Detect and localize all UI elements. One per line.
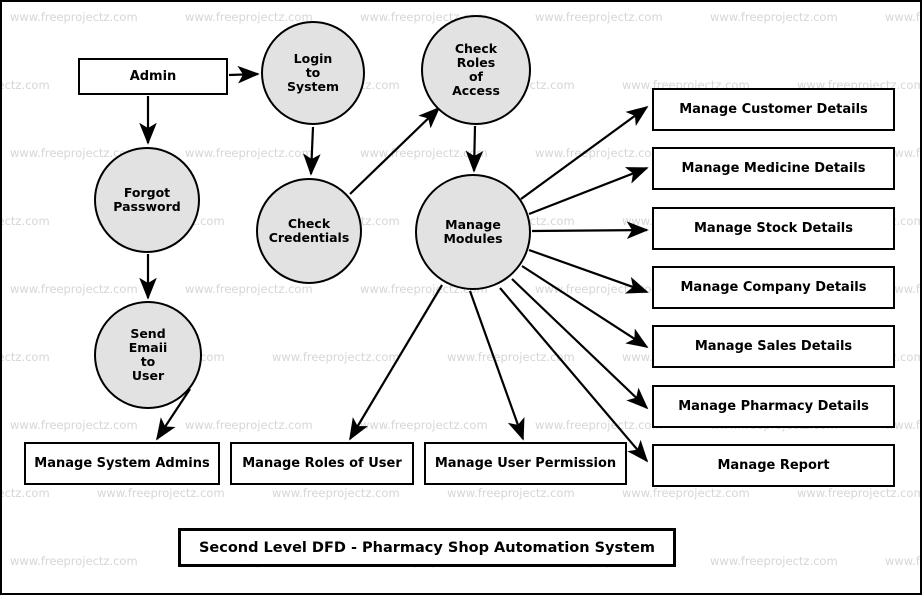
entity-manage-user-permission[interactable]: Manage User Permission (424, 442, 627, 485)
diagram-caption: Second Level DFD - Pharmacy Shop Automat… (178, 528, 676, 567)
entity-admin-label: Admin (129, 69, 177, 84)
flow-modules-to-company-details (528, 248, 649, 294)
entity-manage-system-admins-label: Manage System Admins (34, 456, 210, 471)
process-check-credentials-label: Check Credentials (268, 216, 350, 245)
entity-manage-sales-details-label: Manage Sales Details (694, 339, 853, 354)
entity-manage-customer-details-label: Manage Customer Details (679, 102, 868, 117)
process-login-to-system[interactable]: Login to System (261, 21, 365, 125)
process-forgot-password[interactable]: Forgot Password (94, 147, 200, 253)
entity-manage-stock-details-label: Manage Stock Details (693, 221, 853, 236)
entity-manage-pharmacy-details-label: Manage Pharmacy Details (678, 399, 869, 414)
entity-manage-roles-of-user[interactable]: Manage Roles of User (230, 442, 414, 485)
flow-check-credentials-to-check-roles (349, 106, 441, 195)
process-send-email-to-user[interactable]: Send Emaii to User (94, 301, 202, 409)
entity-manage-report[interactable]: Manage Report (652, 444, 895, 487)
entity-manage-system-admins[interactable]: Manage System Admins (24, 442, 220, 485)
process-send-email-to-user-label: Send Emaii to User (128, 326, 168, 383)
entity-manage-stock-details[interactable]: Manage Stock Details (652, 207, 895, 250)
entity-manage-roles-of-user-label: Manage Roles of User (242, 456, 402, 471)
flow-modules-to-user-permission (468, 290, 525, 441)
flow-check-roles-to-manage-modules (465, 125, 484, 173)
process-check-roles-of-access[interactable]: Check Roles of Access (421, 15, 531, 125)
entity-manage-pharmacy-details[interactable]: Manage Pharmacy Details (652, 385, 895, 428)
flow-modules-to-pharmacy-details (511, 278, 649, 410)
diagram-caption-label: Second Level DFD - Pharmacy Shop Automat… (198, 539, 656, 556)
process-check-roles-of-access-label: Check Roles of Access (452, 41, 500, 98)
entity-manage-company-details-label: Manage Company Details (680, 280, 867, 295)
flow-modules-to-customer-details (520, 105, 649, 200)
dfd-diagram-canvas: www.freeprojectz.com www.freeprojectz.com… (0, 0, 922, 595)
entity-admin[interactable]: Admin (78, 58, 228, 95)
flow-modules-to-roles-of-user (349, 284, 443, 441)
entity-manage-customer-details[interactable]: Manage Customer Details (652, 88, 895, 131)
entity-manage-sales-details[interactable]: Manage Sales Details (652, 325, 895, 368)
entity-manage-user-permission-label: Manage User Permission (434, 456, 617, 471)
flow-admin-to-login (228, 65, 260, 84)
entity-manage-report-label: Manage Report (717, 458, 830, 473)
process-forgot-password-label: Forgot Password (113, 185, 181, 214)
process-login-to-system-label: Login to System (286, 51, 340, 94)
process-manage-modules[interactable]: Manage Modules (415, 174, 531, 290)
process-manage-modules-label: Manage Modules (443, 217, 503, 246)
flow-login-to-check-credentials (303, 126, 321, 176)
flow-modules-to-medicine-details (528, 166, 649, 216)
flow-modules-to-stock-details (531, 221, 649, 239)
entity-manage-company-details[interactable]: Manage Company Details (652, 266, 895, 309)
entity-manage-medicine-details-label: Manage Medicine Details (681, 161, 866, 176)
entity-manage-medicine-details[interactable]: Manage Medicine Details (652, 147, 895, 190)
process-check-credentials[interactable]: Check Credentials (256, 178, 362, 284)
